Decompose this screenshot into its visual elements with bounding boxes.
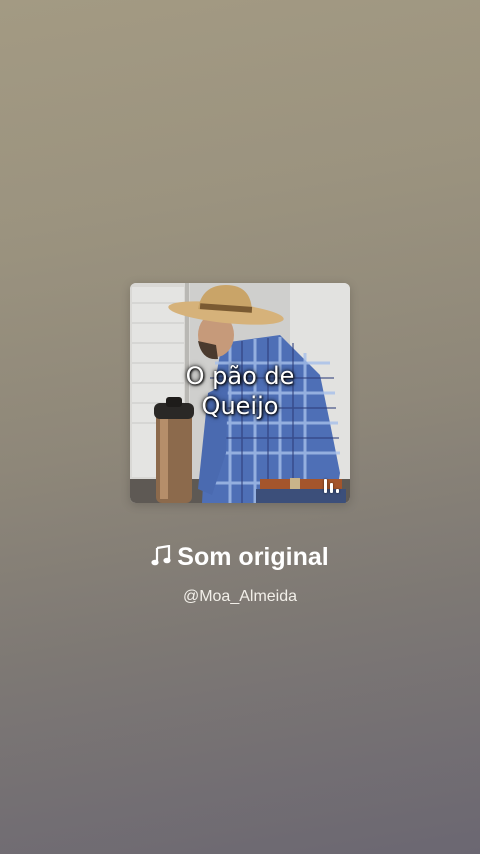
cover-caption-line2: Queijo <box>201 392 279 420</box>
cover-caption-line1: O pão de <box>185 362 295 390</box>
music-note-icon <box>151 545 171 566</box>
sound-title: Som original <box>177 543 329 571</box>
sound-screen: O pão de Queijo Som original @Moa_Almeid… <box>0 0 480 854</box>
cover-caption: O pão de Queijo <box>130 361 350 421</box>
pause-icon[interactable] <box>322 477 340 493</box>
sound-cover-image[interactable]: O pão de Queijo <box>130 283 350 503</box>
sound-author-link[interactable]: @Moa_Almeida <box>0 586 480 608</box>
sound-title-row: Som original <box>0 540 480 574</box>
